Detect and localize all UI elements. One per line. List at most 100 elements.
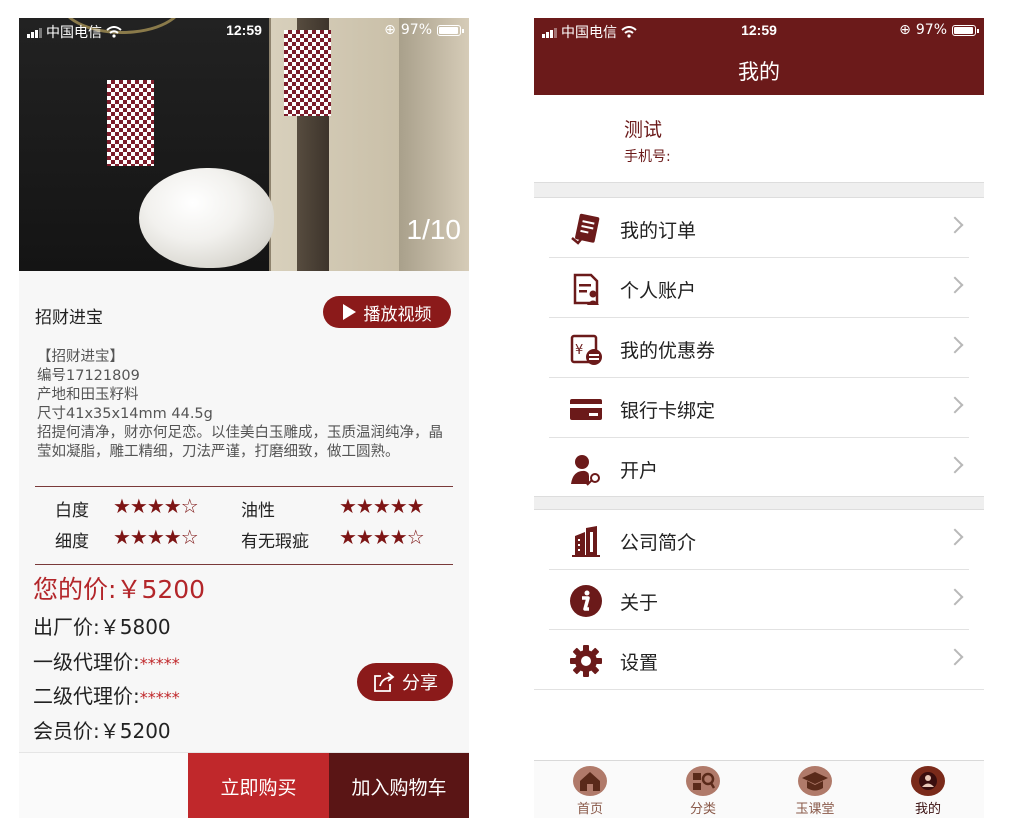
section-gap (534, 182, 984, 198)
menu-item-settings[interactable]: 设置 (534, 630, 984, 690)
agent2-price: 二级代理价:***** (33, 680, 180, 709)
classroom-icon (798, 766, 832, 796)
status-bar: 中国电信 12:59 ⊕ 97% (534, 18, 984, 44)
status-bar: 中国电信 12:59 ⊕ 97% (19, 18, 469, 44)
menu-label: 我的优惠券 (620, 340, 716, 362)
menu-label: 个人账户 (620, 280, 697, 302)
menu-item-bank-card[interactable]: 银行卡绑定 (549, 378, 969, 438)
rating-label: 白度 (55, 501, 89, 521)
tab-label: 我的 (914, 802, 941, 817)
chevron-right-icon (946, 648, 964, 666)
product-detail-screen: 1/10 中国电信 12:59 ⊕ 97% 招财进宝 播放视频 【招财进宝】 编… (19, 18, 469, 818)
jade-stone-image (139, 168, 274, 268)
share-button[interactable]: 分享 (357, 663, 453, 701)
your-price: 您的价:￥5200 (33, 570, 205, 606)
category-icon (686, 766, 720, 796)
factory-price-label: 出厂价: (33, 615, 100, 639)
buy-now-button[interactable]: 立即购买 (188, 753, 329, 818)
menu-item-coupons[interactable]: ¥ 我的优惠券 (549, 318, 969, 378)
product-title-row: 招财进宝 播放视频 (19, 271, 469, 351)
description-line: 尺寸41x35x14mm 44.5g (37, 406, 213, 422)
profile-screen: 我的 中国电信 12:59 ⊕ 97% 测试 手机号: 我的订单 个人账户 ¥ … (534, 18, 984, 818)
member-price-value: ￥5200 (99, 719, 171, 743)
coupon-icon: ¥ (570, 334, 602, 365)
share-label: 分享 (402, 673, 438, 694)
account-icon (573, 273, 599, 305)
menu-item-orders[interactable]: 我的订单 (549, 198, 969, 258)
battery-icon (952, 24, 979, 36)
profile-icon (911, 766, 945, 796)
battery-icon (437, 24, 464, 36)
divider (35, 564, 453, 565)
image-counter: 1/10 (406, 214, 462, 245)
your-price-label: 您的价: (33, 575, 117, 604)
add-to-cart-button[interactable]: 加入购物车 (329, 753, 469, 818)
factory-price-value: ￥5800 (99, 615, 171, 639)
rating-label: 细度 (55, 532, 89, 552)
section-gap (534, 496, 984, 510)
company-icon (572, 526, 600, 557)
tab-classroom[interactable]: 玉课堂 (759, 765, 871, 817)
rating-stars: ★★★★★ (339, 494, 425, 518)
user-name: 测试 (624, 119, 663, 141)
chevron-right-icon (946, 588, 964, 606)
tab-profile[interactable]: 我的 (872, 765, 984, 817)
user-phone-label: 手机号: (624, 149, 671, 165)
menu-item-open-account[interactable]: 开户 (549, 438, 969, 498)
tab-home[interactable]: 首页 (534, 765, 646, 817)
factory-price: 出厂价:￥5800 (33, 611, 171, 640)
description-line: 编号17121809 (37, 368, 140, 384)
menu-item-account[interactable]: 个人账户 (549, 258, 969, 318)
rotation-lock-icon: ⊕ (384, 22, 396, 38)
tab-bar: 首页 分类 玉课堂 我的 (534, 760, 984, 818)
rating-stars: ★★★★☆ (113, 494, 199, 518)
agent1-price: 一级代理价:***** (33, 646, 180, 675)
chevron-right-icon (946, 336, 964, 354)
rating-stars: ★★★★☆ (113, 525, 199, 549)
agent1-price-value: ***** (139, 654, 180, 673)
page-title: 我的 (738, 60, 780, 84)
rating-label: 有无瑕疵 (241, 532, 309, 552)
menu-label: 设置 (620, 652, 659, 674)
your-price-value: ￥5200 (116, 575, 206, 604)
svg-text:¥: ¥ (575, 343, 583, 358)
agent2-price-label: 二级代理价: (33, 684, 140, 708)
share-icon (374, 672, 395, 692)
product-description: 【招财进宝】 编号17121809 产地和田玉籽料 尺寸41x35x14mm 4… (37, 348, 457, 462)
product-name: 招财进宝 (35, 308, 103, 328)
menu-label: 关于 (620, 592, 659, 614)
gear-icon (570, 645, 602, 677)
member-price: 会员价:￥5200 (33, 715, 171, 744)
bank-card-icon (570, 399, 602, 420)
divider (35, 486, 453, 487)
description-line: 招提何清净，财亦何足恋。以佳美白玉雕成，玉质温润纯净，晶莹如凝脂，雕工精细，刀法… (37, 425, 443, 460)
chevron-right-icon (946, 456, 964, 474)
rating-label: 油性 (241, 501, 275, 521)
description-line: 【招财进宝】 (37, 349, 124, 365)
redaction-patch (107, 80, 154, 166)
play-icon (342, 304, 356, 320)
menu-item-company[interactable]: 公司简介 (549, 510, 969, 570)
open-account-icon (571, 455, 600, 486)
order-icon (571, 213, 600, 245)
battery-percent: 97% (915, 22, 947, 38)
tab-label: 首页 (576, 802, 603, 817)
menu-label: 公司简介 (620, 532, 697, 554)
chevron-right-icon (946, 528, 964, 546)
purchase-bar: 立即购买 加入购物车 (19, 752, 469, 818)
tab-category[interactable]: 分类 (647, 765, 759, 817)
menu-label: 银行卡绑定 (620, 400, 716, 422)
menu-label: 我的订单 (620, 220, 697, 242)
agent1-price-label: 一级代理价: (33, 650, 140, 674)
user-profile-card[interactable]: 测试 手机号: (534, 95, 984, 182)
play-video-label: 播放视频 (363, 304, 432, 325)
product-image-carousel[interactable]: 1/10 (19, 18, 469, 271)
tab-label: 分类 (689, 802, 716, 817)
menu-item-about[interactable]: 关于 (549, 570, 969, 630)
rotation-lock-icon: ⊕ (899, 22, 911, 38)
chevron-right-icon (946, 276, 964, 294)
rating-stars: ★★★★☆ (339, 525, 425, 549)
chevron-right-icon (946, 216, 964, 234)
agent2-price-value: ***** (139, 688, 180, 707)
play-video-button[interactable]: 播放视频 (323, 296, 451, 328)
